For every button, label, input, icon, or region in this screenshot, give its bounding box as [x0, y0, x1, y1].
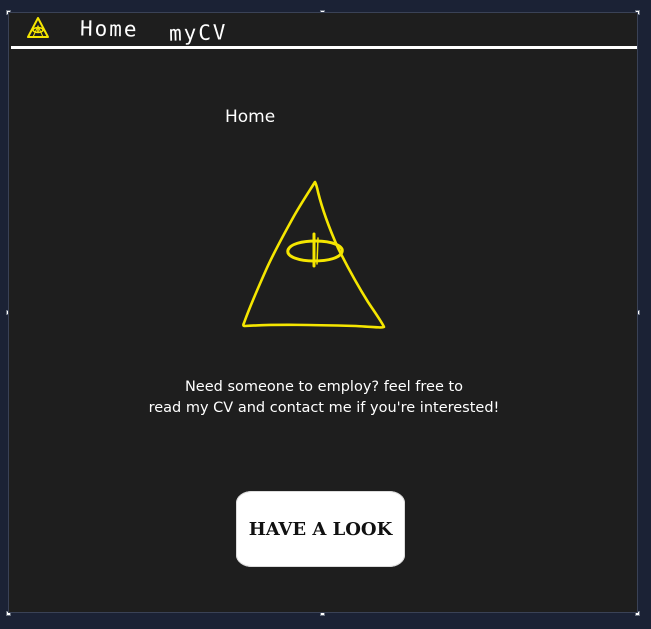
- eye-of-providence-icon: [236, 178, 388, 333]
- navbar: Home myCV: [9, 13, 637, 49]
- page-title: Home: [225, 107, 276, 127]
- eye-of-providence-icon[interactable]: [26, 17, 50, 39]
- nav-link-mycv[interactable]: myCV: [169, 20, 228, 46]
- page-canvas: Home myCV Home Need someone to employ? f…: [8, 12, 638, 613]
- intro-line-1: Need someone to employ? feel free to: [184, 379, 464, 395]
- intro-line-2: read my CV and contact me if you're inte…: [148, 400, 500, 416]
- navbar-divider: [11, 46, 637, 49]
- nav-link-home[interactable]: Home: [80, 16, 139, 41]
- have-a-look-button[interactable]: HAVE A LOOK: [236, 491, 405, 567]
- intro-text: Need someone to employ? feel free to rea…: [124, 377, 524, 419]
